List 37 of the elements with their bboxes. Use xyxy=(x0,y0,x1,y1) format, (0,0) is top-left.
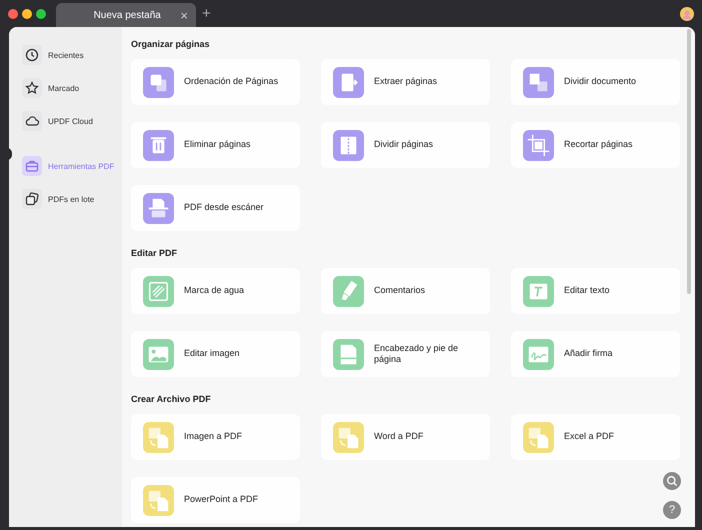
tool-card[interactable]: Marca de agua xyxy=(131,268,300,314)
maximize-window-button[interactable] xyxy=(36,8,46,18)
section-heading: Crear Archivo PDF xyxy=(131,394,212,404)
sidebar-item[interactable]: Marcado xyxy=(22,76,117,100)
tool-card[interactable]: Ordenación de Páginas xyxy=(131,59,300,105)
sidebar-item[interactable]: Recientes xyxy=(22,43,117,67)
section-heading: Editar PDF xyxy=(131,248,178,258)
tool-card[interactable]: Dividir documento xyxy=(511,59,680,105)
tool-card[interactable]: Encabezado y pie de página xyxy=(321,331,490,377)
tool-card[interactable]: Imagen a PDF xyxy=(131,414,300,460)
search-button[interactable] xyxy=(663,472,681,490)
avatar-icon[interactable] xyxy=(680,6,694,20)
tab-title: Nueva pestaña xyxy=(92,10,162,20)
new-tab-button[interactable]: + xyxy=(202,5,211,22)
briefcase-icon xyxy=(22,156,42,176)
tool-card[interactable]: Extraer páginas xyxy=(321,59,490,105)
copies-icon xyxy=(22,189,42,209)
tool-card[interactable]: Dividir páginas xyxy=(321,122,490,168)
tool-card[interactable]: Eliminar páginas xyxy=(131,122,300,168)
tool-card[interactable]: PDF desde escáner xyxy=(131,185,300,231)
tool-card[interactable]: Recortar páginas xyxy=(511,122,680,168)
sidebar-item[interactable]: PDFs en lote xyxy=(22,187,117,211)
tool-card[interactable]: Word a PDF xyxy=(321,414,490,460)
tool-card[interactable]: Comentarios xyxy=(321,268,490,314)
tool-card[interactable]: PowerPoint a PDF xyxy=(131,477,300,523)
minimize-window-button[interactable] xyxy=(22,8,32,18)
sidebar-item[interactable]: UPDF Cloud xyxy=(22,109,117,133)
tab-close-button[interactable]: × xyxy=(180,8,188,22)
browser-tab[interactable]: Nueva pestaña × xyxy=(56,3,196,27)
cloud-icon xyxy=(22,111,42,131)
tool-card[interactable]: Excel a PDF xyxy=(511,414,680,460)
tool-card[interactable]: Editar imagen xyxy=(131,331,300,377)
clock-icon xyxy=(22,45,42,65)
close-window-button[interactable] xyxy=(8,8,18,18)
section-heading: Organizar páginas xyxy=(131,39,211,49)
tool-card[interactable]: Editar texto xyxy=(511,268,680,314)
tool-card[interactable]: Añadir firma xyxy=(511,331,680,377)
